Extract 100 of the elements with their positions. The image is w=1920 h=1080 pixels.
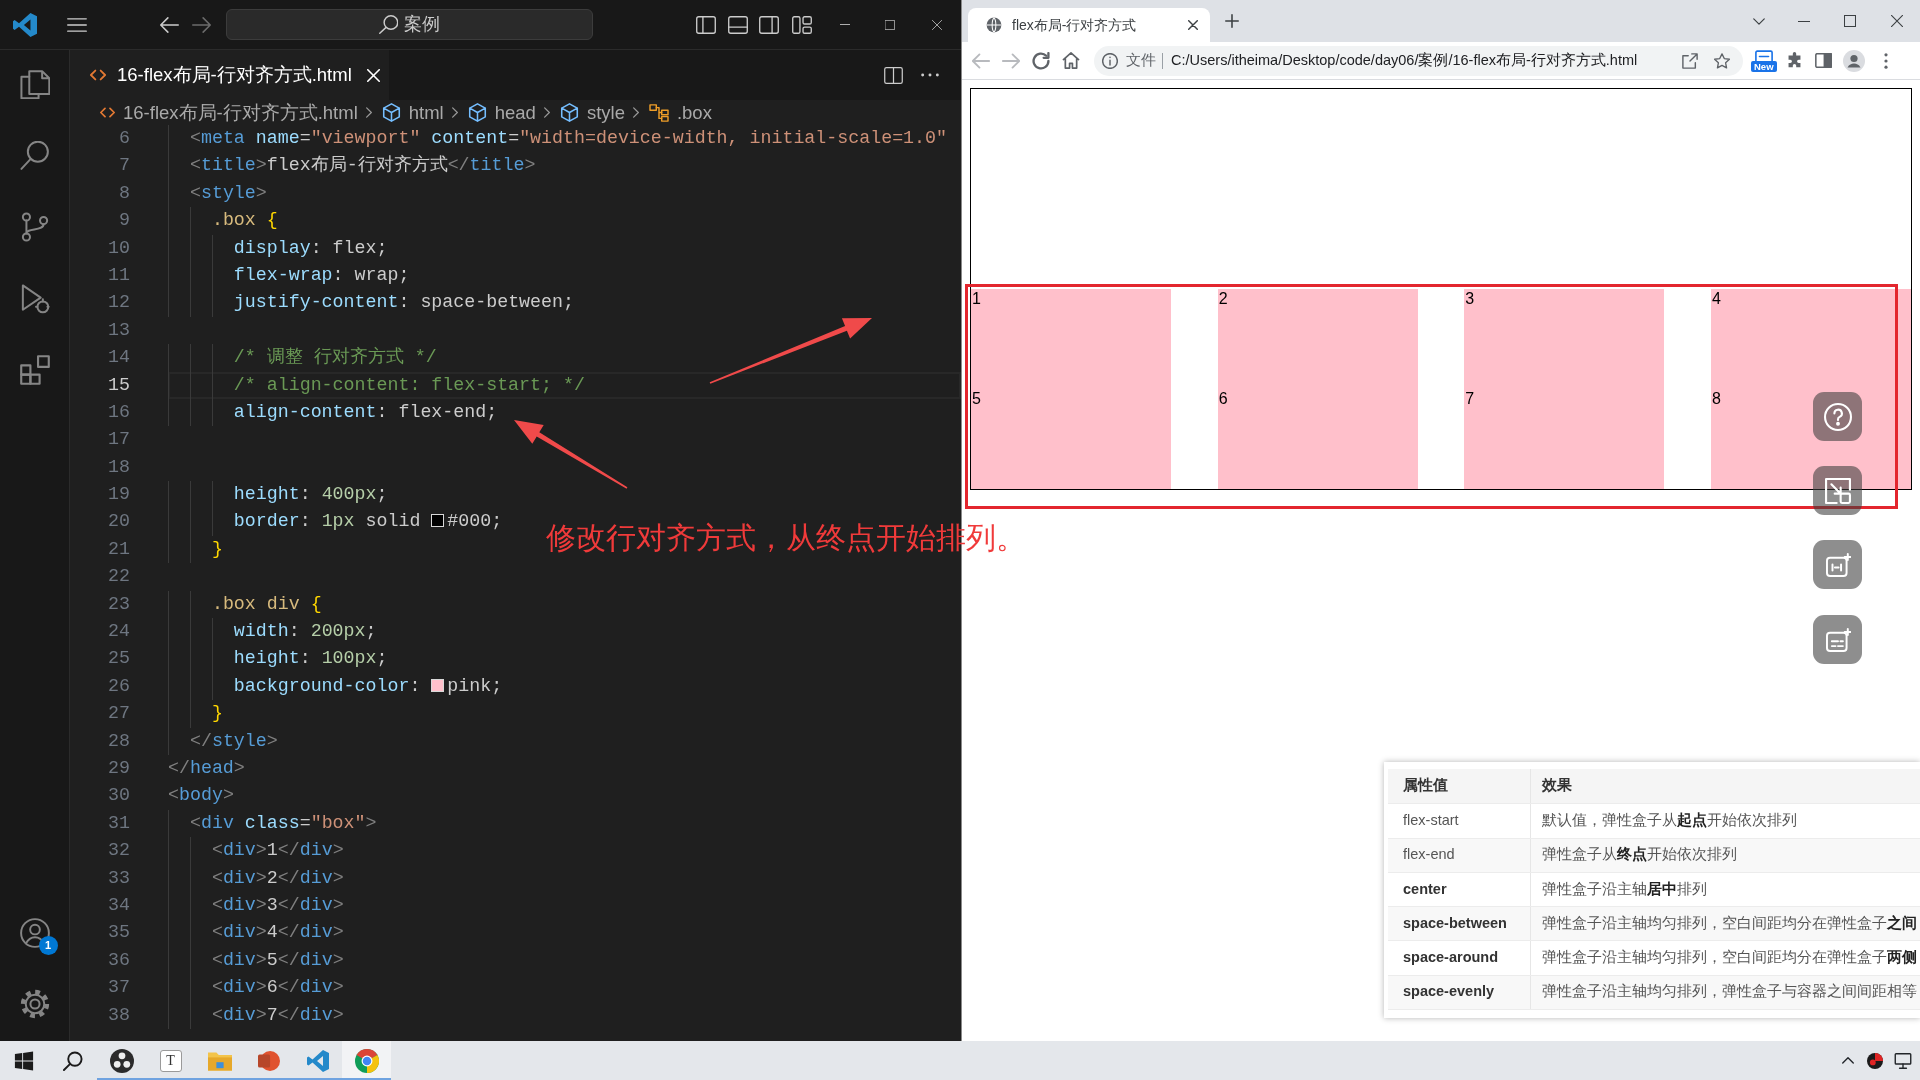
site-info-button[interactable]: 文件 xyxy=(1102,49,1156,72)
close-icon[interactable] xyxy=(1891,15,1903,27)
line-number: 34 xyxy=(107,893,130,917)
code-editor-icon xyxy=(306,1049,329,1072)
new-badge: New xyxy=(1751,60,1777,72)
line-number: 22 xyxy=(107,565,130,589)
cube-icon xyxy=(467,103,487,122)
home-icon[interactable] xyxy=(1062,52,1080,69)
extensions-icon[interactable] xyxy=(19,355,50,385)
breadcrumb-item[interactable]: html xyxy=(381,98,444,127)
help-icon xyxy=(1823,402,1852,431)
flex-item: 7 xyxy=(1464,389,1665,489)
code-text: flex-wrap: wrap; xyxy=(233,264,410,285)
primary-sidebar-toggle-icon[interactable] xyxy=(696,15,716,34)
panel-toggle-icon[interactable] xyxy=(728,15,748,34)
more-actions-icon[interactable] xyxy=(921,73,939,77)
search-icon xyxy=(379,15,398,34)
tray-app-icon[interactable] xyxy=(1867,1052,1883,1069)
editor-tab[interactable]: 16-flex布局-行对齐方式.html xyxy=(70,50,389,100)
command-center-search[interactable]: 案例 xyxy=(226,9,593,40)
line-number: 24 xyxy=(107,620,130,644)
code-text: height: 100px; xyxy=(233,648,388,669)
app-logo-icon xyxy=(13,12,37,37)
share-icon[interactable] xyxy=(1682,52,1698,69)
code-text: <meta name="viewport" content="width=device-width, initial-scale=1.0" xyxy=(189,128,947,148)
back-arrow-icon[interactable] xyxy=(160,16,179,33)
layout-icon[interactable] xyxy=(792,15,812,34)
address-bar[interactable]: 文件 C:/Users/itheima/Desktop/code/day06/案例/16-flex布局-行对齐方式.html xyxy=(1094,45,1743,76)
code-text: .box div { xyxy=(211,593,322,614)
chevron-right-icon xyxy=(543,107,550,118)
code-text: display: flex; xyxy=(233,237,388,258)
split-editor-icon[interactable] xyxy=(884,66,903,84)
code-text: align-content: flex-end; xyxy=(233,401,498,422)
maximize-icon[interactable] xyxy=(1844,15,1856,27)
help-button[interactable] xyxy=(1813,392,1862,441)
line-number: 23 xyxy=(107,592,130,616)
flex-item: 2 xyxy=(1217,289,1418,389)
line-number: 31 xyxy=(107,811,130,835)
line-number: 19 xyxy=(107,483,130,507)
run-debug-icon[interactable] xyxy=(19,283,50,314)
screen-button[interactable] xyxy=(1813,540,1862,589)
line-number: 12 xyxy=(107,291,130,315)
browser-tab[interactable]: flex布局-行对齐方式 xyxy=(968,8,1210,42)
close-icon[interactable] xyxy=(1188,20,1198,30)
flex-item: 6 xyxy=(1217,389,1418,489)
column-header: 属性值 xyxy=(1388,769,1530,804)
minimize-icon[interactable] xyxy=(1798,20,1810,22)
taskbar-app[interactable]: T xyxy=(146,1041,195,1080)
line-number: 10 xyxy=(107,236,130,260)
line-number: 29 xyxy=(107,757,130,780)
code-text: /* 调整 行对齐方式 */ xyxy=(233,347,437,368)
secondary-sidebar-toggle-icon[interactable] xyxy=(759,15,779,34)
cube-icon xyxy=(381,103,401,122)
bookmark-star-icon[interactable] xyxy=(1714,52,1730,69)
line-number: 37 xyxy=(107,976,130,1000)
extension-button[interactable]: New xyxy=(1751,49,1777,72)
settings-icon[interactable] xyxy=(19,989,50,1019)
code-text: width: 200px; xyxy=(233,621,377,642)
code-text: <div>4</div> xyxy=(211,922,344,943)
table-cell: space-between xyxy=(1388,906,1530,941)
chevron-up-icon[interactable] xyxy=(1842,1057,1854,1064)
notification-badge: 1 xyxy=(38,935,58,955)
side-panel-icon[interactable] xyxy=(1814,53,1832,68)
code-text: /* align-content: flex-start; */ xyxy=(233,374,585,395)
profile-avatar-icon[interactable] xyxy=(1842,49,1865,72)
code-text: <title>flex布局-行对齐方式</title> xyxy=(189,155,536,176)
line-number: 9 xyxy=(118,209,130,233)
chevron-right-icon xyxy=(632,107,639,118)
reload-icon[interactable] xyxy=(1032,51,1050,70)
code-text: height: 400px; xyxy=(233,484,388,505)
line-number: 32 xyxy=(107,839,130,863)
breadcrumb-item[interactable]: head xyxy=(467,98,536,127)
menu-icon[interactable] xyxy=(67,17,87,32)
source-control-icon[interactable] xyxy=(19,212,50,242)
forward-arrow-icon[interactable] xyxy=(192,16,211,33)
new-tab-icon[interactable] xyxy=(1225,14,1239,28)
account-icon[interactable] xyxy=(19,917,50,948)
line-number: 6 xyxy=(118,127,130,150)
shrink-button[interactable] xyxy=(1813,466,1862,515)
chevron-right-icon xyxy=(365,107,372,118)
line-number: 8 xyxy=(118,181,130,205)
code-text: <body> xyxy=(168,785,234,806)
code-text: <div>2</div> xyxy=(211,867,344,888)
line-number: 28 xyxy=(107,729,130,753)
table-cell: 弹性盒子沿主轴均匀排列，空白间距均分在弹性盒子之间 xyxy=(1530,906,1920,941)
files-icon[interactable] xyxy=(19,69,50,99)
subtitle-button[interactable] xyxy=(1813,615,1862,664)
tab-search-icon[interactable] xyxy=(1753,17,1765,25)
breadcrumb-item[interactable]: 16-flex布局-行对齐方式.html xyxy=(100,98,358,127)
code-text: .box { xyxy=(211,210,278,231)
info-icon xyxy=(1102,52,1118,69)
line-number: 26 xyxy=(107,674,130,698)
more-menu-icon[interactable] xyxy=(1883,52,1888,69)
breadcrumb-item[interactable]: .box xyxy=(648,98,712,127)
breadcrumb-item[interactable]: style xyxy=(559,98,625,127)
monitor-icon[interactable] xyxy=(1894,1052,1912,1069)
code-text: } xyxy=(211,538,223,559)
search-icon[interactable] xyxy=(19,140,50,171)
flex-item: 3 xyxy=(1464,289,1665,389)
table-cell: space-evenly xyxy=(1388,975,1530,1010)
